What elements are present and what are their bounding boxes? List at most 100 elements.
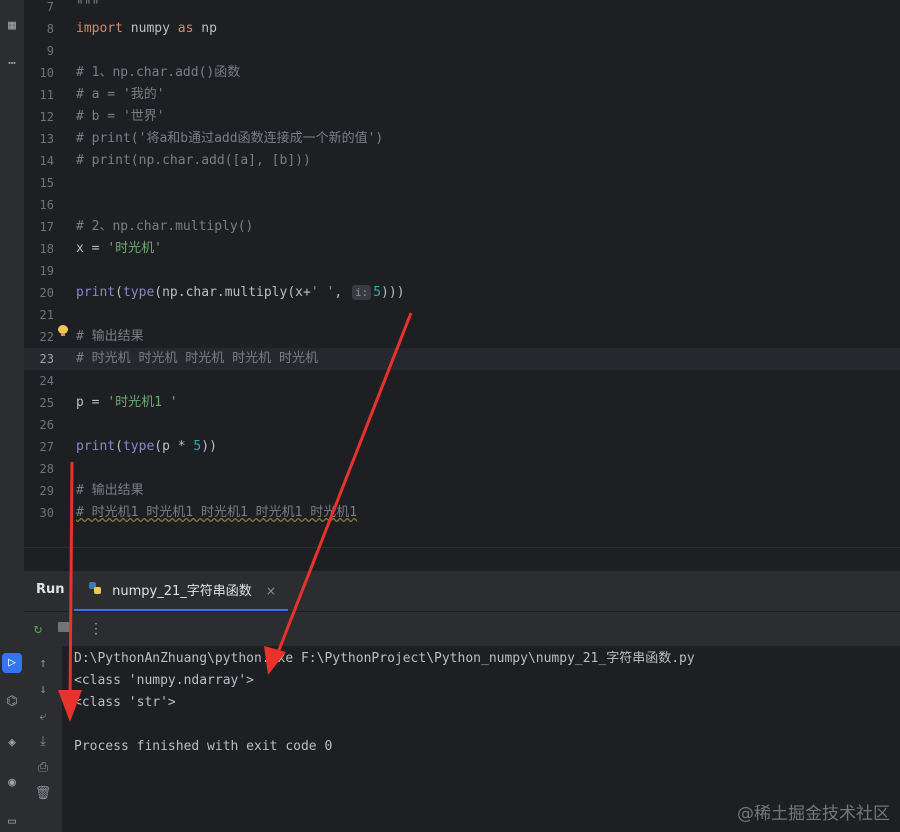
rerun-icon[interactable]: ↻ xyxy=(28,619,48,639)
code-line[interactable]: 9 xyxy=(24,40,900,62)
code-token: numpy xyxy=(122,21,178,36)
arrow-up-icon[interactable]: ↑ xyxy=(33,654,53,674)
code-line[interactable]: 7 """ xyxy=(24,0,900,18)
run-tab-label: numpy_21_字符串函数 xyxy=(112,584,252,599)
line-number[interactable]: 25 xyxy=(24,392,54,414)
code-token: x = xyxy=(76,241,108,256)
code-line[interactable]: 17 # 2、np.char.multiply() xyxy=(24,216,900,238)
code-line[interactable]: 15 xyxy=(24,172,900,194)
code-line[interactable]: 23 # 时光机 时光机 时光机 时光机 时光机 xyxy=(24,348,900,370)
code-line[interactable]: 24 xyxy=(24,370,900,392)
line-number[interactable]: 8 xyxy=(24,18,54,40)
run-tool-icon[interactable]: ▷ xyxy=(2,653,22,673)
code-text: # print('将a和b通过add函数连接成一个新的值') xyxy=(76,128,383,150)
code-token: type xyxy=(122,285,155,300)
code-line[interactable]: 30 # 时光机1 时光机1 时光机1 时光机1 时光机1 xyxy=(24,502,900,524)
line-number[interactable]: 11 xyxy=(24,84,54,106)
code-line[interactable]: 10 # 1、np.char.add()函数 xyxy=(24,62,900,84)
code-token: as xyxy=(177,21,194,36)
intention-bulb-icon[interactable] xyxy=(58,325,68,337)
structure-icon[interactable]: ▦ xyxy=(2,16,22,36)
code-line[interactable]: 27 print(type(p * 5)) xyxy=(24,436,900,458)
trash-icon[interactable]: 🗑 xyxy=(33,784,53,804)
run-toolbar: ↻ ⋮ xyxy=(24,612,900,646)
line-number[interactable]: 17 xyxy=(24,216,54,238)
parameter-hint: i: xyxy=(351,285,372,300)
code-text: print(type(np.char.multiply(x+' ', i: 5))… xyxy=(76,282,405,304)
code-line[interactable]: 8 import numpy as np xyxy=(24,18,900,40)
line-number[interactable]: 26 xyxy=(24,414,54,436)
line-number[interactable]: 7 xyxy=(24,0,54,18)
line-number[interactable]: 27 xyxy=(24,436,54,458)
print-icon[interactable]: ⎙ xyxy=(33,758,53,778)
run-panel-title: Run xyxy=(36,582,65,597)
line-number[interactable]: 24 xyxy=(24,370,54,392)
code-token: '时光机' xyxy=(107,241,162,256)
line-number[interactable]: 29 xyxy=(24,480,54,502)
layers-icon[interactable]: ◈ xyxy=(2,733,22,753)
code-line[interactable]: 13 # print('将a和b通过add函数连接成一个新的值') xyxy=(24,128,900,150)
line-number[interactable]: 18 xyxy=(24,238,54,260)
code-text: p = '时光机1 ' xyxy=(76,392,178,414)
console-line: <class 'numpy.ndarray'> xyxy=(74,673,255,688)
code-line[interactable]: 14 # print(np.char.add([a], [b])) xyxy=(24,150,900,172)
code-line[interactable]: 20 print(type(np.char.multiply(x+' ', i: 5… xyxy=(24,282,900,304)
stop-icon[interactable] xyxy=(54,619,74,639)
line-number[interactable]: 13 xyxy=(24,128,54,150)
line-number[interactable]: 28 xyxy=(24,458,54,480)
line-number[interactable]: 21 xyxy=(24,304,54,326)
terminal-icon[interactable]: ▭ xyxy=(2,812,22,832)
line-number[interactable]: 10 xyxy=(24,62,54,84)
line-number[interactable]: 15 xyxy=(24,172,54,194)
watermark: @稀土掘金技术社区 xyxy=(737,804,890,824)
code-token: # 时光机 时光机 时光机 时光机 时光机 xyxy=(76,351,318,366)
arrow-down-icon[interactable]: ↓ xyxy=(33,680,53,700)
more-tools-icon[interactable]: ⋯ xyxy=(2,54,22,74)
code-line[interactable]: 11 # a = '我的' xyxy=(24,84,900,106)
code-line[interactable]: 22 # 输出结果 xyxy=(24,326,900,348)
line-number[interactable]: 30 xyxy=(24,502,54,524)
code-token: ' ' xyxy=(310,285,335,300)
code-token: '时光机1 ' xyxy=(107,395,178,410)
python-file-icon xyxy=(88,572,102,612)
scroll-to-end-icon[interactable]: ⤓ xyxy=(33,732,53,752)
code-token: ( xyxy=(115,285,123,300)
line-number[interactable]: 23 xyxy=(24,348,54,370)
code-line[interactable]: 21 xyxy=(24,304,900,326)
line-number[interactable]: 12 xyxy=(24,106,54,128)
code-text: # 输出结果 xyxy=(76,326,144,348)
code-token: print xyxy=(76,285,116,300)
run-tab[interactable]: numpy_21_字符串函数 × xyxy=(74,571,288,611)
line-number[interactable]: 20 xyxy=(24,282,54,304)
soft-wrap-icon[interactable]: ⤶ xyxy=(33,707,53,727)
code-line[interactable]: 16 xyxy=(24,194,900,216)
code-token: (p * xyxy=(154,439,194,454)
run-gutter: ↑ ↓ ⤶ ⤓ ⎙ 🗑 xyxy=(24,646,62,832)
code-token: (np.char.multiply(x+ xyxy=(154,285,311,300)
line-number[interactable]: 19 xyxy=(24,260,54,282)
code-token: """ xyxy=(76,0,100,14)
code-token: # a = '我的' xyxy=(76,87,165,102)
close-tab-icon[interactable]: × xyxy=(266,584,276,598)
line-number[interactable]: 9 xyxy=(24,40,54,62)
code-line[interactable]: 19 xyxy=(24,260,900,282)
python-packages-icon[interactable]: ⌬ xyxy=(2,692,22,712)
more-options-icon[interactable]: ⋮ xyxy=(86,619,106,639)
code-text: # 1、np.char.add()函数 xyxy=(76,62,240,84)
line-number[interactable]: 14 xyxy=(24,150,54,172)
code-editor[interactable]: 7 """ 8 import numpy as np 9 10 # 1、np.char.ad… xyxy=(24,0,900,547)
code-line[interactable]: 28 xyxy=(24,458,900,480)
code-line[interactable]: 12 # b = '世界' xyxy=(24,106,900,128)
code-token: # 输出结果 xyxy=(76,329,144,344)
code-line[interactable]: 29 # 输出结果 xyxy=(24,480,900,502)
code-line[interactable]: 26 xyxy=(24,414,900,436)
code-token: ( xyxy=(115,439,123,454)
code-text: # print(np.char.add([a], [b])) xyxy=(76,150,311,172)
services-icon[interactable]: ◉ xyxy=(2,773,22,793)
code-text: """ xyxy=(76,0,99,18)
code-line[interactable]: 18 x = '时光机' xyxy=(24,238,900,260)
code-line[interactable]: 25 p = '时光机1 ' xyxy=(24,392,900,414)
line-number[interactable]: 22 xyxy=(24,326,54,348)
code-text: # 时光机1 时光机1 时光机1 时光机1 时光机1 xyxy=(76,502,357,524)
line-number[interactable]: 16 xyxy=(24,194,54,216)
